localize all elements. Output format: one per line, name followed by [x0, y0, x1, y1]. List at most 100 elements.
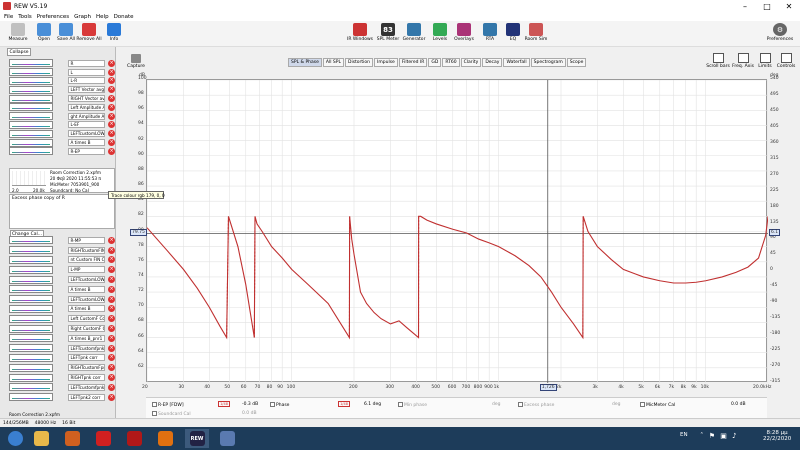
measurement-name[interactable]: ght Amplitude AVG [68, 112, 106, 120]
tab-decay[interactable]: Decay [482, 58, 503, 67]
collapse-button[interactable]: Collapse [7, 48, 31, 56]
measurement-thumbnail[interactable] [9, 334, 54, 343]
tab-scope[interactable]: Scope [566, 58, 587, 67]
measurement-name[interactable]: LEFTpnk2 corr [68, 393, 106, 401]
measurement-thumbnail[interactable] [9, 76, 54, 85]
limitsbutton[interactable]: Limits [755, 53, 775, 73]
measurement-thumbnail[interactable] [9, 120, 54, 129]
measurement-name[interactable]: nt Custom FIN Corr [68, 256, 106, 264]
overlays-button[interactable]: Overlays [450, 23, 478, 45]
dice-app-taskbar-button[interactable] [123, 429, 145, 448]
capture-button[interactable]: Capture [124, 54, 148, 72]
measurement-name[interactable]: LEFTcustomLOW2 [68, 295, 106, 303]
file-explorer-taskbar-button[interactable] [30, 429, 52, 448]
measurement-name[interactable]: LEFTpnk corr [68, 354, 106, 362]
phase-color-swatch[interactable]: 1/48 [338, 401, 350, 407]
tray-icons[interactable]: ˆ ⚑ ▣ ♪ [700, 432, 737, 440]
measurement-item[interactable]: L-R × [9, 76, 115, 86]
measurement-thumbnail[interactable] [9, 138, 54, 147]
paint-taskbar-button[interactable] [216, 429, 238, 448]
legend-excess-phase[interactable]: Excess phase [518, 402, 554, 408]
remove-measurement-icon[interactable]: × [108, 334, 115, 342]
remove-measurement-icon[interactable]: × [108, 139, 115, 147]
measurement-name[interactable]: A times B_pnr1 [68, 334, 106, 342]
trace-checkbox[interactable] [152, 402, 157, 407]
measurement-item[interactable]: LEFTcustomLOW2 × [9, 295, 115, 304]
menu-graph[interactable]: Graph [74, 14, 91, 20]
menu-help[interactable]: Help [96, 14, 109, 20]
measurement-thumbnail[interactable] [9, 265, 54, 274]
remove-measurement-icon[interactable]: × [108, 130, 115, 138]
measurement-name[interactable]: Left CustomF Corr [68, 315, 106, 323]
tab-clarity[interactable]: Clarity [460, 58, 482, 67]
legend-trace-r-ep[interactable]: R-EP [FDW] [152, 402, 184, 408]
measurement-thumbnail[interactable] [9, 59, 54, 68]
measurement-item[interactable]: LEFTpnk2 corr × [9, 393, 115, 402]
spl-phase-graph[interactable] [146, 79, 769, 383]
excess-phase-checkbox[interactable] [518, 402, 523, 407]
rew-app-taskbar-button[interactable]: REW [185, 429, 209, 448]
measurement-item[interactable]: R-EP × [9, 147, 115, 156]
generator-button[interactable]: Generator [400, 23, 428, 45]
tab-rt60[interactable]: RT60 [442, 58, 460, 67]
measurement-name[interactable]: Right CustomF Corr [68, 325, 106, 333]
remove-measurement-icon[interactable]: × [108, 121, 115, 129]
remove-measurement-icon[interactable]: × [108, 305, 115, 313]
measurement-thumbnail[interactable] [9, 246, 54, 255]
measurement-thumbnail[interactable] [9, 383, 54, 392]
ir-windows-button[interactable]: IR Windows [346, 23, 374, 45]
measurement-name[interactable]: LEFTcustomLOW [68, 130, 106, 138]
measurement-thumbnail[interactable] [9, 275, 54, 284]
measurement-item[interactable]: L × [9, 68, 115, 77]
measurement-name[interactable]: RIGHT Vector avg [68, 95, 106, 103]
remove-measurement-icon[interactable]: × [108, 295, 115, 303]
measurement-thumbnail[interactable] [9, 314, 54, 323]
remove-all-button[interactable]: Remove All [75, 23, 103, 45]
chevron-up-icon[interactable]: ˆ [700, 432, 704, 440]
measurement-thumbnail[interactable] [9, 363, 54, 372]
menu-file[interactable]: File [4, 14, 13, 20]
tab-distortion[interactable]: Distortion [344, 58, 374, 67]
measurement-item[interactable]: LEFTpnk corr × [9, 353, 115, 363]
phase-checkbox[interactable] [270, 402, 275, 407]
media-player-taskbar-button[interactable] [61, 429, 83, 448]
measurement-item[interactable]: A times B × [9, 138, 115, 147]
remove-measurement-icon[interactable]: × [108, 393, 115, 401]
measurement-thumbnail[interactable] [9, 94, 54, 103]
scroll-barsbutton[interactable]: Scroll bars [706, 53, 730, 73]
measurement-item[interactable]: RIGHTcustomFIN × [9, 246, 115, 255]
remove-measurement-icon[interactable]: × [108, 276, 115, 284]
min-phase-checkbox[interactable] [398, 402, 403, 407]
measurement-item[interactable]: L-MP × [9, 265, 115, 274]
remove-measurement-icon[interactable]: × [108, 344, 115, 352]
measurement-name[interactable]: R-MP [68, 236, 106, 244]
measurement-thumbnail[interactable] [9, 255, 54, 264]
chart-svg[interactable] [146, 79, 769, 383]
measurement-thumbnail[interactable] [9, 112, 54, 121]
measurement-thumbnail[interactable] [9, 295, 54, 304]
opera-taskbar-button[interactable] [92, 429, 114, 448]
remove-measurement-icon[interactable]: × [108, 103, 115, 111]
monitor-icon[interactable]: ▣ [720, 432, 727, 440]
remove-measurement-icon[interactable]: × [108, 285, 115, 293]
clock[interactable]: 8:28 μμ 22/2/2020 [763, 430, 791, 442]
tab-all-spl[interactable]: All SPL [322, 58, 344, 67]
smoothing-swatch-2[interactable]: 1/48 [338, 401, 350, 408]
remove-measurement-icon[interactable]: × [108, 374, 115, 382]
remove-measurement-icon[interactable]: × [108, 266, 115, 274]
measurement-item[interactable]: A times B × [9, 304, 115, 314]
measurement-item[interactable]: RIGHTcustomFpnk × [9, 363, 115, 372]
measurement-thumbnail[interactable] [9, 236, 54, 245]
measurement-thumbnail[interactable] [9, 68, 54, 77]
measurement-thumbnail[interactable] [9, 129, 54, 138]
measurement-name[interactable]: L-R [68, 77, 106, 85]
remove-measurement-icon[interactable]: × [108, 256, 115, 264]
remove-measurement-icon[interactable]: × [108, 112, 115, 120]
remove-measurement-icon[interactable]: × [108, 325, 115, 333]
legend-trace-phase[interactable]: Phase [270, 402, 289, 408]
measurement-item[interactable]: L-EF × [9, 120, 115, 130]
room-sim-button[interactable]: Room Sim [522, 23, 550, 45]
language-indicator[interactable]: EN [680, 432, 688, 438]
preferences-button[interactable]: ⚙ Preferences [766, 23, 794, 45]
info-button[interactable]: Info [100, 23, 128, 45]
